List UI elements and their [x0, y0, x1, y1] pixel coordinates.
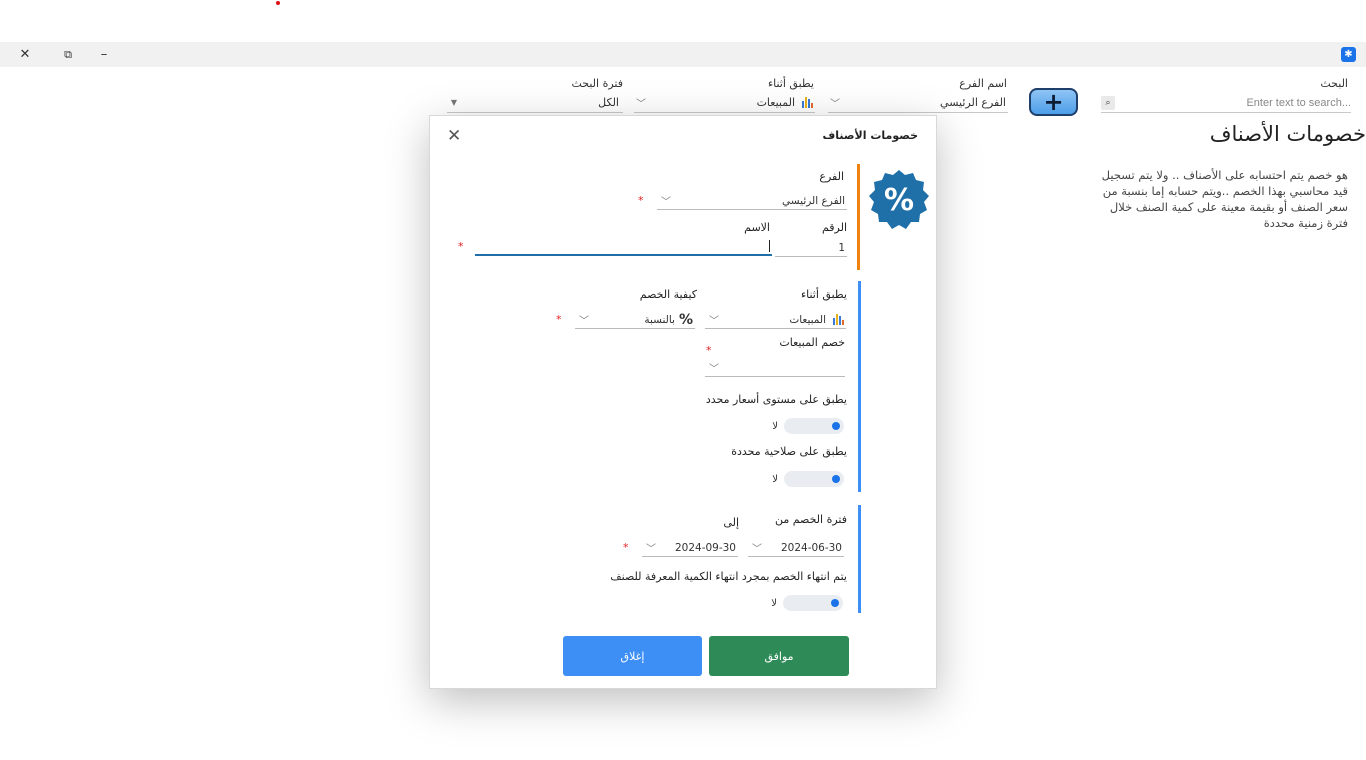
- from-date-picker[interactable]: 2024-06-30 ﹀: [748, 539, 844, 557]
- branch-select-value: الفرع الرئيسي: [782, 194, 845, 207]
- number-label: الرقم: [821, 221, 847, 234]
- section-accent-blue: [858, 505, 861, 613]
- apply-filter-label: يطبق أثناء: [767, 77, 814, 90]
- chevron-down-icon: ﹀: [646, 544, 656, 555]
- period-filter-value: الكل: [598, 96, 619, 109]
- svg-text:%: %: [884, 183, 914, 218]
- method-select[interactable]: % بالنسبة ﹀: [575, 311, 695, 329]
- add-button[interactable]: +: [1029, 88, 1078, 116]
- close-button[interactable]: إغلاق: [563, 636, 702, 676]
- search-input[interactable]: Enter text to search... ⌕: [1101, 93, 1351, 113]
- required-mark: *: [556, 313, 562, 326]
- end-qty-toggle-text: لا: [771, 597, 777, 609]
- chevron-down-icon: ﹀: [752, 544, 762, 555]
- method-label: كيفية الخصم: [639, 288, 697, 301]
- number-input[interactable]: 1: [775, 239, 847, 257]
- chevron-down-icon: ﹀: [709, 316, 719, 327]
- period-filter-select[interactable]: الكل ▼: [447, 93, 623, 113]
- toggle-knob: [832, 422, 840, 430]
- branch-label: الفرع: [819, 170, 844, 183]
- period-to-label: إلى: [723, 516, 739, 529]
- branch-filter-value: الفرع الرئيسي: [940, 96, 1006, 109]
- title-bar: ✕ ⧉ – ✱: [0, 42, 1366, 67]
- to-date-value: 2024-09-30: [674, 541, 736, 554]
- required-mark: *: [638, 194, 644, 207]
- required-mark: *: [706, 344, 712, 357]
- method-select-value: بالنسبة: [644, 313, 675, 326]
- name-input[interactable]: [475, 238, 772, 256]
- chevron-down-icon: ﹀: [636, 99, 646, 110]
- apply-filter-select[interactable]: المبيعات ﹀: [634, 93, 815, 113]
- permission-toggle-text: لا: [772, 473, 778, 485]
- price-level-toggle[interactable]: لا: [772, 418, 844, 434]
- restore-icon: ⧉: [64, 47, 72, 61]
- sales-chart-icon: [833, 314, 844, 325]
- text-cursor: [769, 240, 770, 252]
- required-mark: *: [623, 541, 629, 554]
- toggle-knob: [831, 599, 839, 607]
- ok-button[interactable]: موافق: [709, 636, 849, 676]
- chevron-down-icon: ﹀: [661, 197, 671, 208]
- minimize-icon: –: [100, 47, 108, 62]
- branch-filter-select[interactable]: الفرع الرئيسي ﹀: [828, 93, 1008, 113]
- sales-chart-icon: [802, 97, 813, 108]
- price-level-toggle-text: لا: [772, 420, 778, 432]
- apply-label: يطبق أثناء: [800, 288, 847, 301]
- required-mark: *: [458, 240, 464, 253]
- restore-window-button[interactable]: ⧉: [48, 42, 88, 67]
- section-accent-orange: [857, 164, 860, 270]
- page-title: خصومات الأصناف: [1209, 122, 1366, 146]
- end-qty-label: يتم انتهاء الخصم بمجرد انتهاء الكمية الم…: [610, 570, 847, 583]
- branch-select[interactable]: الفرع الرئيسي ﹀: [657, 192, 847, 210]
- section-accent-blue: [858, 281, 861, 492]
- percent-icon: %: [678, 311, 693, 328]
- close-icon: ✕: [447, 126, 462, 146]
- dialog-close-button[interactable]: ✕: [447, 126, 461, 146]
- end-qty-toggle[interactable]: لا: [771, 595, 843, 611]
- close-button-label: إغلاق: [620, 649, 645, 663]
- toggle-knob: [832, 475, 840, 483]
- chevron-down-icon: ﹀: [830, 99, 840, 110]
- app-icon: ✱: [1341, 47, 1356, 62]
- sales-discount-label: خصم المبيعات: [779, 336, 845, 349]
- from-date-value: 2024-06-30: [780, 541, 842, 554]
- sales-discount-select[interactable]: ﹀: [705, 359, 845, 377]
- red-dot: [276, 1, 280, 5]
- search-placeholder: Enter text to search...: [1246, 96, 1351, 109]
- search-icon[interactable]: ⌕: [1101, 95, 1115, 110]
- chevron-down-icon: ﹀: [579, 316, 589, 327]
- apply-filter-value: المبيعات: [756, 96, 795, 109]
- period-from-label: فترة الخصم من: [774, 513, 847, 526]
- discount-dialog: خصومات الأصناف ✕ % الفرع * الفرع الرئيسي…: [429, 115, 937, 689]
- number-value: 1: [838, 241, 845, 254]
- price-level-label: يطبق على مستوى أسعار محدد: [705, 393, 847, 406]
- name-label: الاسم: [744, 221, 770, 234]
- close-window-button[interactable]: ✕: [5, 42, 45, 67]
- percent-badge-icon: %: [869, 170, 929, 229]
- page-description: هو خصم يتم احتسابه على الأصناف .. ولا يت…: [1101, 168, 1348, 230]
- chevron-down-icon: ﹀: [709, 364, 719, 375]
- branch-filter-label: اسم الفرع: [959, 77, 1007, 90]
- permission-toggle[interactable]: لا: [772, 471, 844, 487]
- close-icon: ✕: [19, 47, 31, 62]
- ok-button-label: موافق: [764, 649, 794, 663]
- plus-icon: +: [1043, 88, 1064, 116]
- minimize-window-button[interactable]: –: [84, 42, 124, 67]
- dialog-title: خصومات الأصناف: [822, 129, 918, 142]
- permission-label: يطبق على صلاحية محددة: [731, 445, 847, 458]
- apply-select[interactable]: المبيعات ﹀: [705, 311, 846, 329]
- caret-down-icon: ▼: [450, 98, 458, 107]
- period-filter-label: فترة البحث: [571, 77, 623, 90]
- apply-select-value: المبيعات: [789, 313, 826, 326]
- to-date-picker[interactable]: 2024-09-30 ﹀: [642, 539, 738, 557]
- search-label: البحث: [1320, 77, 1348, 90]
